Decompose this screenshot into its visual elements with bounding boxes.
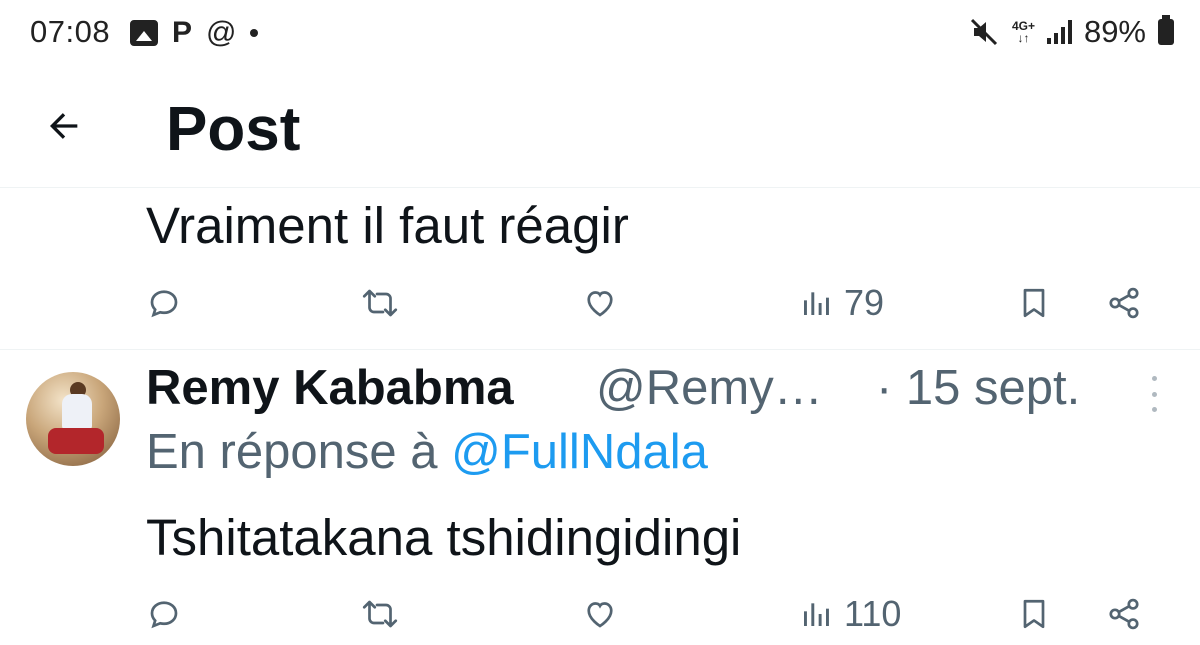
share-icon: [1109, 598, 1139, 630]
avatar-figure-body: [62, 394, 92, 430]
bookmark-button[interactable]: [1016, 589, 1052, 639]
bookmark-icon: [1023, 599, 1045, 629]
views-button[interactable]: 79: [800, 278, 884, 328]
share-button[interactable]: [1106, 589, 1142, 639]
dot-icon: [250, 29, 259, 37]
post-date[interactable]: · 15 sept.: [876, 360, 1080, 416]
post-text: Vraiment il faut réagir: [146, 197, 629, 254]
mute-icon: [970, 18, 997, 46]
bookmark-icon: [1023, 288, 1045, 318]
views-chart-icon: [804, 292, 829, 315]
reply-context: En réponse à @FullNdala: [146, 424, 708, 480]
heart-icon: [587, 602, 613, 628]
reply-button[interactable]: [146, 278, 182, 328]
like-button[interactable]: [582, 589, 618, 639]
share-icon: [1109, 287, 1139, 319]
status-system-icons: 4G+ ↓↑ 89%: [968, 14, 1174, 50]
back-button[interactable]: [38, 100, 90, 152]
author-name[interactable]: Remy Kababma: [146, 360, 514, 416]
views-count: 110: [844, 593, 902, 634]
arrow-left-icon: [50, 113, 78, 139]
like-button[interactable]: [582, 278, 618, 328]
reply-prefix: En réponse à: [146, 425, 438, 479]
post-author-row: Remy Kababma @Remy… · 15 sept.: [146, 360, 1146, 420]
repost-button[interactable]: [360, 278, 400, 328]
avatar[interactable]: [26, 372, 120, 466]
battery-icon: [1158, 15, 1174, 45]
bookmark-button[interactable]: [1016, 278, 1052, 328]
views-count: 79: [844, 282, 885, 323]
status-bar: 07:08 P @ 4G+ ↓↑ 89%: [0, 0, 1200, 70]
signal-icon: [1046, 20, 1072, 44]
repost-icon: [362, 289, 398, 317]
post-actions: 79: [146, 278, 1156, 328]
more-options-button[interactable]: [1148, 376, 1160, 412]
views-button[interactable]: 110: [800, 589, 901, 639]
page-title: Post: [166, 95, 301, 164]
repost-icon: [362, 600, 398, 628]
network-4g-icon: 4G+ ↓↑: [1012, 20, 1035, 44]
battery-percent: 89%: [1083, 14, 1146, 49]
avatar-figure-legs: [48, 428, 104, 454]
at-icon: @: [206, 16, 237, 49]
status-notification-icons: P @: [130, 16, 259, 49]
post-actions: 110: [146, 589, 1156, 639]
image-icon: [130, 20, 158, 46]
post-text: Tshitatakana tshidingidingi: [146, 509, 742, 566]
reply-icon: [150, 601, 178, 629]
p-icon: P: [172, 16, 193, 49]
author-handle[interactable]: @Remy…: [596, 360, 823, 416]
share-button[interactable]: [1106, 278, 1142, 328]
status-time: 07:08: [30, 14, 111, 49]
repost-button[interactable]: [360, 589, 400, 639]
reply-mention-link[interactable]: @FullNdala: [451, 425, 708, 479]
reply-button[interactable]: [146, 589, 182, 639]
top-app-bar: Post: [0, 70, 1200, 188]
reply-icon: [150, 290, 178, 318]
views-chart-icon: [804, 603, 829, 626]
heart-icon: [587, 291, 613, 317]
post-divider: [0, 349, 1200, 350]
network-arrows: ↓↑: [1017, 31, 1030, 45]
